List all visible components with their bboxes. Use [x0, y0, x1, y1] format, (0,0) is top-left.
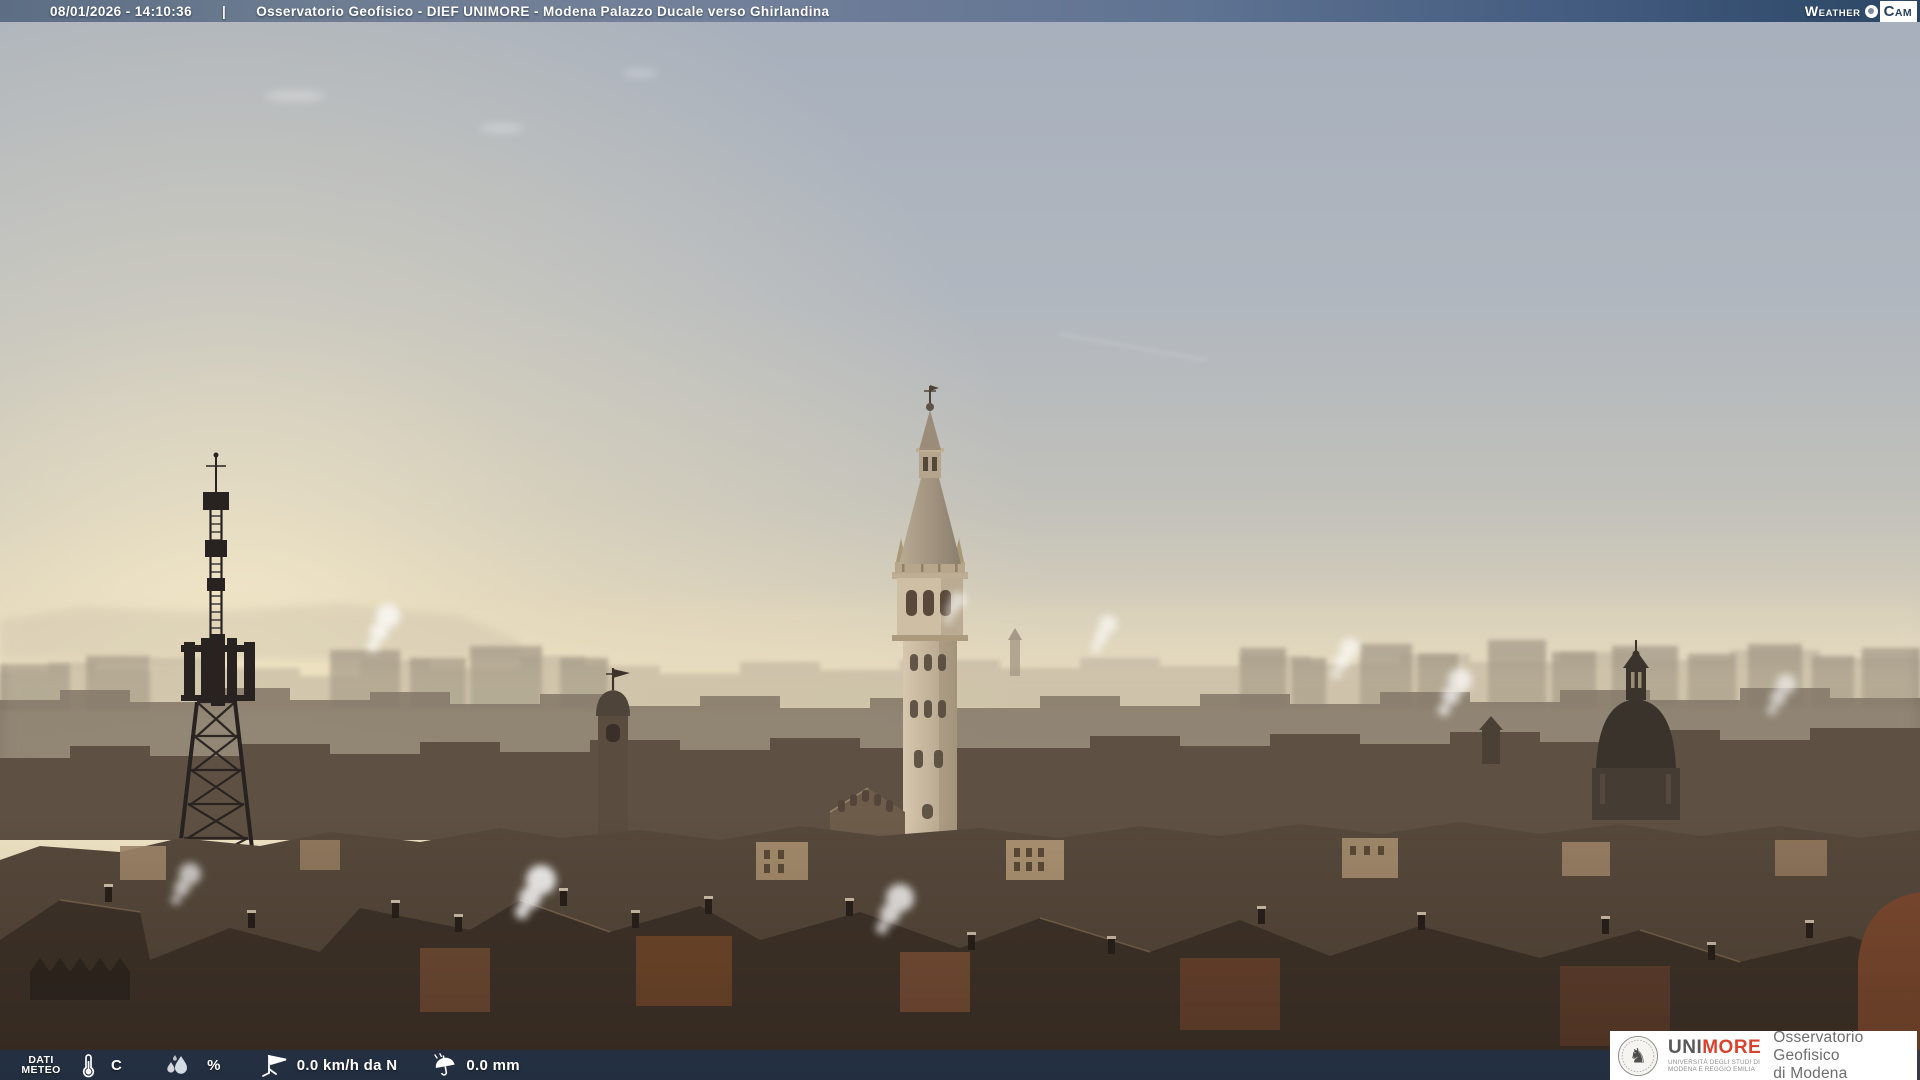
observatory-name: Osservatorio Geofisico di Modena	[1773, 1028, 1864, 1080]
wind-reading: 0.0 km/h da N	[259, 1053, 398, 1077]
weathercam-weather-label: Weather	[1804, 3, 1861, 19]
camera-title: Osservatorio Geofisico - DIEF UNIMORE - …	[256, 3, 830, 19]
wind-value: 0.0 km/h da N	[296, 1056, 398, 1074]
unimore-wordmark: UNIMORE UNIVERSITÀ DEGLI STUDI DI MODENA…	[1668, 1038, 1761, 1074]
unimore-more: MORE	[1702, 1036, 1762, 1058]
webcam-page: 08/01/2026 - 14:10:36 | Osservatorio Geo…	[0, 0, 1920, 1080]
rain-value: 0.0 mm	[466, 1056, 520, 1074]
top-bar: 08/01/2026 - 14:10:36 | Osservatorio Geo…	[0, 0, 1920, 22]
camera-lens-icon	[1864, 4, 1878, 18]
rain-reading: 0.0 mm	[431, 1053, 520, 1077]
unimore-uni: UNI	[1668, 1036, 1703, 1058]
temperature-unit: C	[111, 1056, 123, 1074]
unimore-crest: ♞	[1617, 1035, 1659, 1077]
university-subtitle: UNIVERSITÀ DEGLI STUDI DI MODENA E REGGI…	[1668, 1058, 1761, 1074]
weathercam-cam-label: Cam	[1879, 0, 1917, 22]
humidity-unit: %	[207, 1056, 221, 1074]
wind-vane-icon	[259, 1053, 289, 1077]
weathercam-logo: Weather Cam	[1805, 0, 1917, 22]
humidity-reading: %	[164, 1054, 221, 1077]
humidity-drops-icon	[164, 1054, 191, 1077]
unimore-brand-box: ♞ UNIMORE UNIVERSITÀ DEGLI STUDI DI MODE…	[1610, 1028, 1917, 1080]
webcam-photo	[0, 0, 1920, 1080]
dati-meteo-label: DATI METEO	[21, 1054, 61, 1076]
temperature-reading: C	[82, 1053, 122, 1078]
separator: |	[222, 3, 227, 19]
svg-text:♞: ♞	[1629, 1043, 1647, 1067]
timestamp: 08/01/2026 - 14:10:36	[50, 3, 193, 19]
umbrella-icon	[431, 1053, 458, 1077]
thermometer-icon	[82, 1053, 95, 1078]
